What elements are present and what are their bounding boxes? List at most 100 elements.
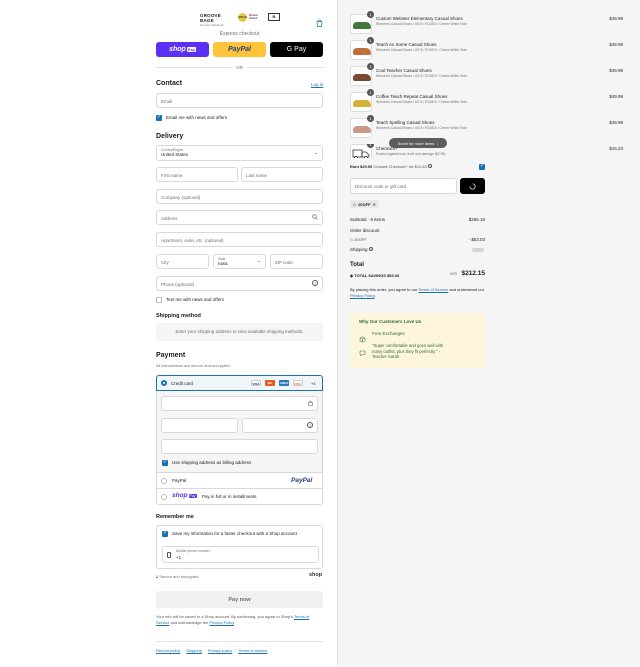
shoe-image [353, 74, 371, 81]
google-pay-button[interactable]: G Pay [270, 42, 323, 57]
scroll-more-pill[interactable]: Scroll for more items ↓ [389, 138, 447, 148]
shoe-image [353, 22, 371, 29]
card-number-field[interactable] [161, 396, 318, 411]
shipping-value-placeholder [472, 248, 484, 252]
applied-discount-tag[interactable]: ◇ 20OFF ✕ [350, 200, 379, 208]
help-icon[interactable] [368, 247, 373, 251]
brand-logo[interactable]: GROOVE BAGE Groove Checkout [200, 13, 236, 27]
quantity-badge: 1 [367, 37, 374, 44]
country-select[interactable]: Country/Region United States ⌄ [156, 145, 323, 161]
agree-text: By placing this order, you agree to our [350, 287, 418, 292]
credit-card-radio[interactable] [161, 380, 167, 386]
item-name: Custom Webster Elementary Casual Shoes [376, 16, 463, 21]
express-checkout-label: Express checkout [219, 31, 260, 37]
item-price: $49.99 [609, 120, 623, 125]
visa-icon: VISA [251, 380, 261, 386]
total-row: USD $212.15 [438, 262, 485, 280]
disclaimer-text: Your info will be saved to a Shop accoun… [156, 614, 293, 619]
brand-name: GROOVE BAGE [200, 13, 221, 23]
city-field[interactable]: City [156, 254, 209, 269]
discount-value: - $53.03 [468, 237, 485, 242]
shoe-image [353, 48, 371, 55]
scroll-hint-label: Scroll for more items [397, 140, 435, 146]
mastercard-icon: MC [265, 380, 275, 386]
savings-label: TOTAL SAVINGS [354, 273, 386, 278]
applied-code: 20OFF [358, 201, 371, 207]
tag-icon: ◇ [350, 237, 354, 242]
credit-card-option[interactable]: Credit card VISA MC AMEX DISC +4 [156, 375, 323, 391]
name-on-card-field[interactable] [161, 439, 318, 454]
pay-now-button[interactable]: Pay now [156, 591, 323, 608]
arrow-down-icon: ↓ [436, 140, 439, 146]
email-news-checkbox[interactable] [156, 114, 162, 121]
paypal-radio[interactable] [161, 478, 167, 484]
terms-of-service-link[interactable]: Terms of service [238, 648, 267, 653]
address-field[interactable]: Address [156, 210, 323, 225]
state-select[interactable]: State Iowa ⌄ [213, 254, 266, 269]
order-agreement: By placing this order, you agree to our … [350, 287, 485, 299]
discount-field[interactable]: Discount code or gift card [350, 178, 457, 194]
shoe-image [353, 100, 371, 107]
privacy-policy-link[interactable]: Privacy policy [208, 648, 232, 653]
apply-discount-button[interactable] [460, 178, 485, 194]
paypal-option[interactable]: PayPal PayPal [156, 473, 323, 489]
help-icon[interactable]: ? [307, 422, 313, 428]
chevron-down-icon: ⌄ [313, 150, 318, 156]
checkout-plus-checkbox[interactable] [479, 163, 485, 170]
zip-field[interactable]: ZIP code [270, 254, 323, 269]
quantity-badge: 1 [367, 89, 374, 96]
paypal-express-button[interactable]: PayPal [213, 42, 266, 57]
item-name: Cool Teacher Casual Shoes [376, 68, 432, 73]
secure-note: 🔒︎ Secure and encrypted [156, 574, 198, 579]
phone-field[interactable]: Phone (optional) ? [156, 276, 323, 291]
expiration-field[interactable] [161, 418, 238, 433]
email-news-label: Email me with news and offers [166, 115, 227, 120]
discount-code: 20OFF [354, 237, 367, 242]
contact-heading: Contact [156, 80, 183, 87]
shop-pay-radio[interactable] [161, 494, 167, 500]
quantity-badge: 1 [367, 144, 374, 148]
apartment-field[interactable]: Apartment, suite, etc. (optional) [156, 232, 323, 247]
remember-me-heading: Remember me [156, 514, 194, 520]
lock-icon: 🔒︎ [156, 574, 159, 579]
login-link[interactable]: Log in [311, 82, 323, 87]
secure-label: Secure and encrypted [159, 574, 199, 579]
terms-of-service-link[interactable]: Terms of Service [418, 287, 448, 292]
total-value: $212.15 [461, 270, 486, 277]
email-field[interactable]: Email [156, 93, 323, 108]
earn-row: Earn $20.00 Onward Checkout+ for $12.63 [350, 164, 470, 169]
shipping-policy-link[interactable]: Shipping [186, 648, 202, 653]
billing-same-checkbox[interactable] [162, 459, 168, 466]
first-name-field[interactable]: First name [156, 167, 238, 182]
shop-privacy-link[interactable]: Privacy Policy [209, 620, 234, 625]
item-variant: Women's Casual Shoes / US 5 / EU35.5 / C… [376, 22, 467, 26]
text-news-checkbox[interactable] [156, 297, 162, 303]
phone-placeholder: Phone (optional) [161, 282, 195, 287]
info-icon[interactable] [427, 164, 432, 168]
item-variant: Women's Casual Shoes / US 5 / EU35.5 / C… [376, 100, 467, 104]
payment-heading: Payment [156, 352, 186, 359]
cart-icon[interactable] [316, 14, 323, 27]
last-name-field[interactable]: Last name [241, 167, 323, 182]
shoe-image [353, 126, 371, 133]
mobile-field[interactable]: Mobile phone number +1 [162, 546, 319, 563]
save-info-label: Save my information for a faster checkou… [172, 531, 297, 536]
shipping-method-note: Enter your shipping address to view avai… [156, 323, 323, 341]
security-code-field[interactable]: ? [242, 418, 318, 433]
save-info-checkbox[interactable] [162, 530, 168, 537]
shop-pay-tag: Pay [188, 493, 197, 498]
billing-same-label: Use shipping address as billing address [172, 460, 252, 465]
mobile-label: Mobile phone number [176, 549, 210, 553]
badge-b: B [268, 13, 280, 21]
shop-pay-button[interactable]: shop Pay [156, 42, 209, 57]
company-field[interactable]: Company (optional) [156, 189, 323, 204]
help-icon[interactable]: ? [312, 280, 318, 286]
shop-pay-option[interactable]: shop Pay Pay in full or in installments [156, 489, 323, 505]
delivery-heading: Delivery [156, 133, 184, 140]
refund-policy-link[interactable]: Refund policy [156, 648, 180, 653]
chat-icon [359, 344, 366, 362]
item-name: Teach Spelling Casual Shoes [376, 120, 435, 125]
remove-icon[interactable]: ✕ [373, 202, 376, 207]
privacy-policy-link[interactable]: Privacy Policy [350, 293, 375, 298]
benefit-label: Free Exchanges [372, 331, 405, 336]
